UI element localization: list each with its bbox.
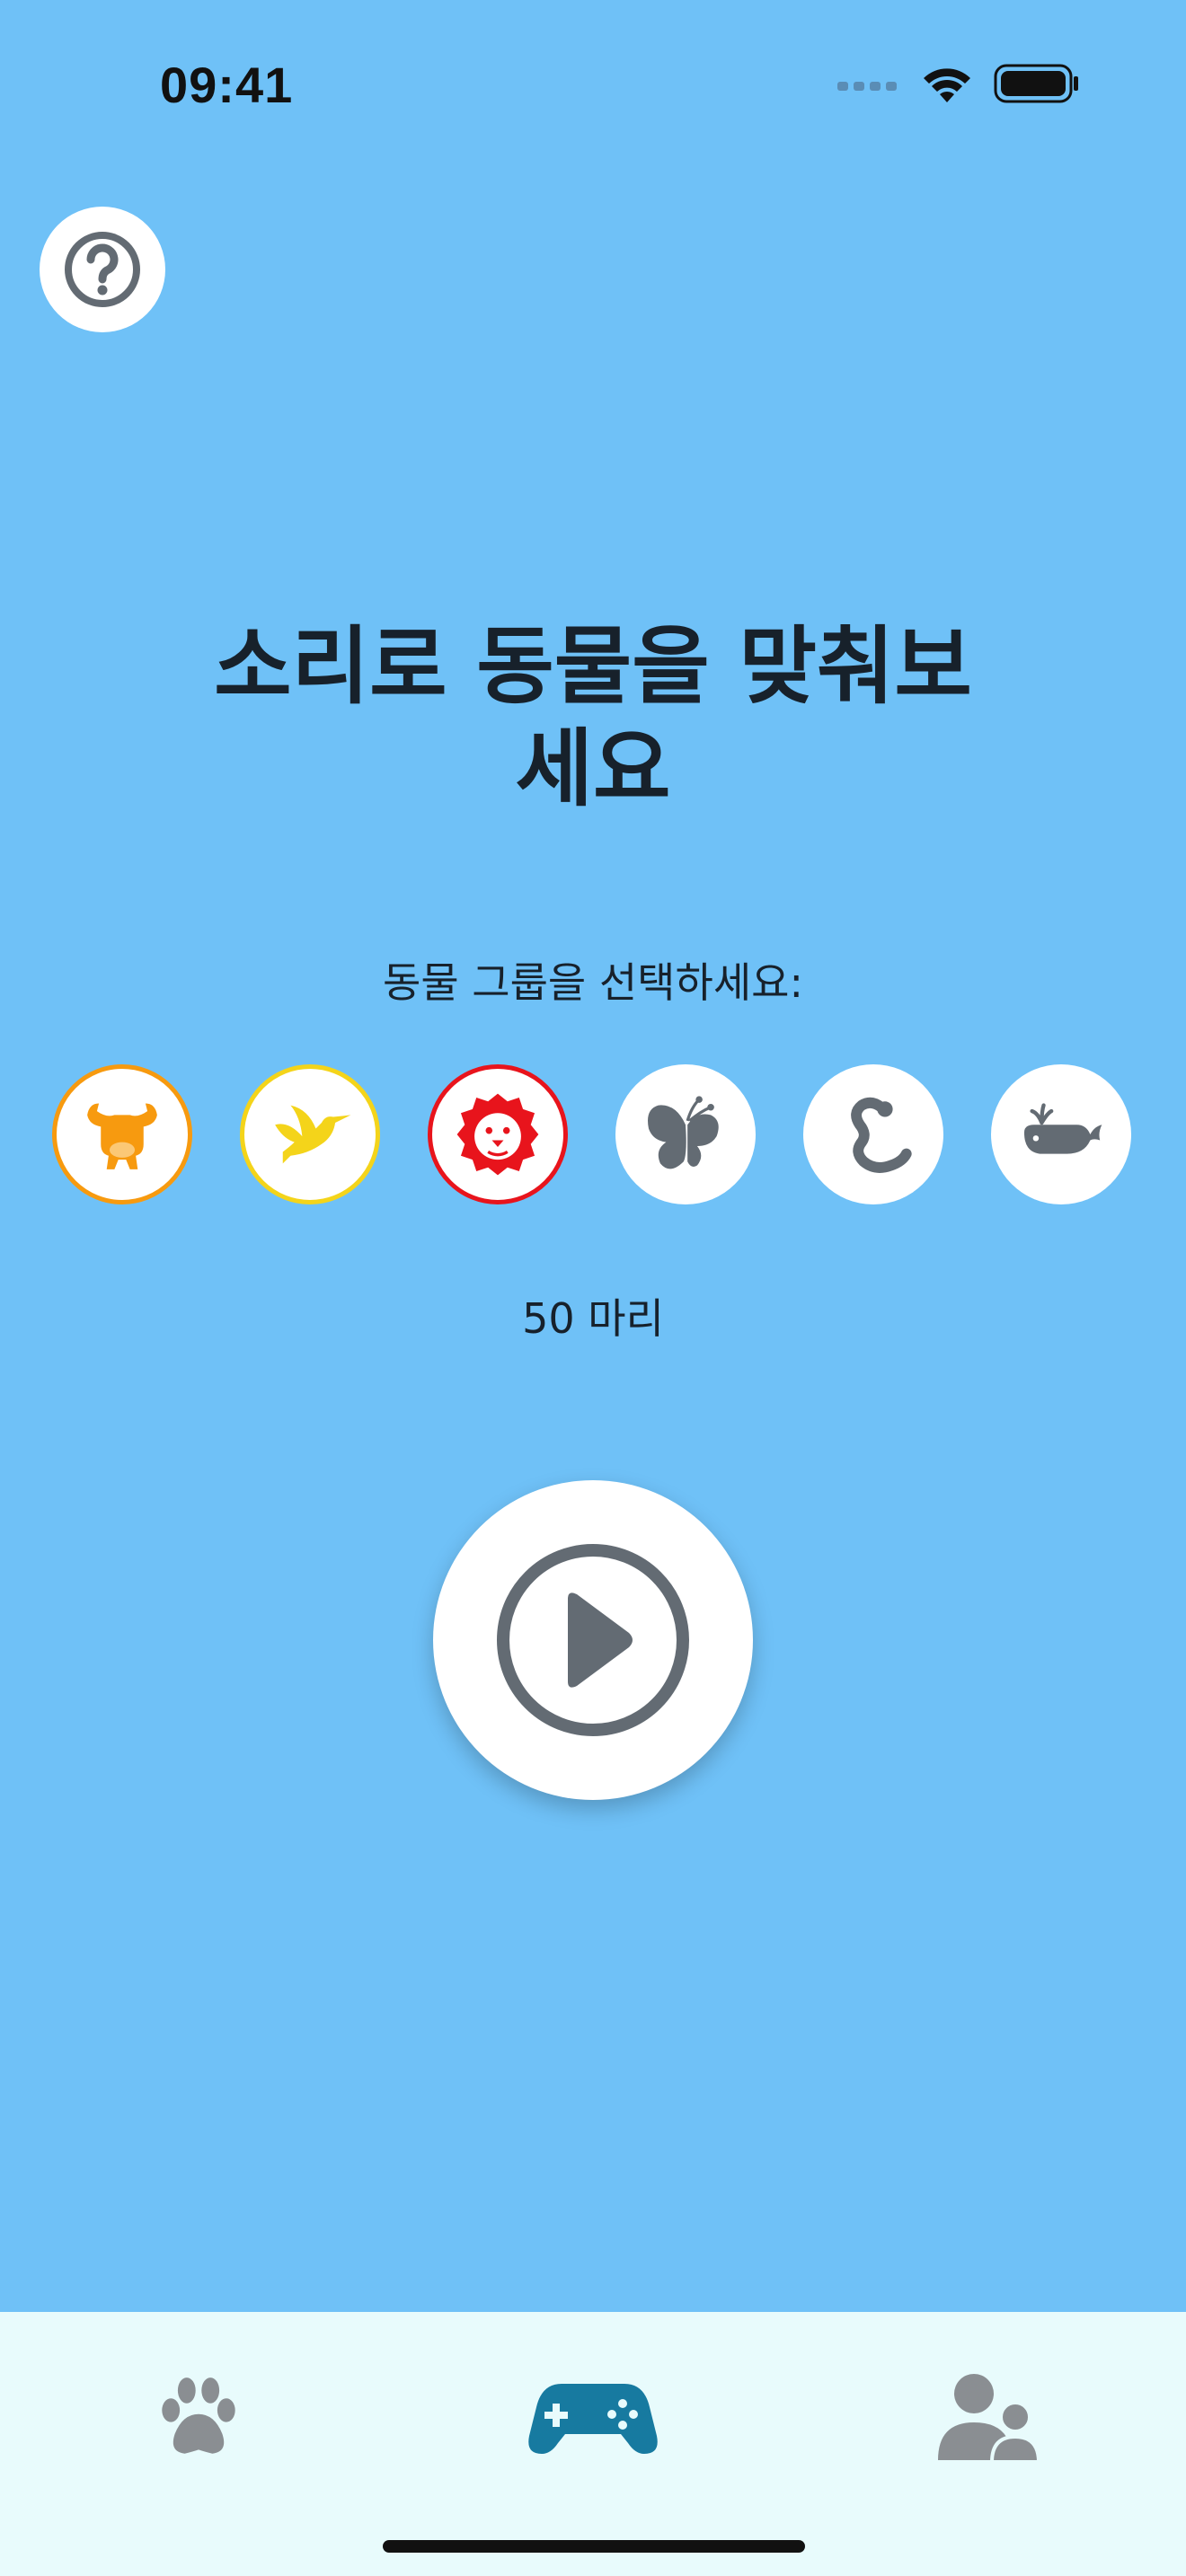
tab-game[interactable] xyxy=(517,2353,669,2479)
animal-group-selector xyxy=(52,1064,1134,1208)
status-time: 09:41 xyxy=(160,57,294,113)
page-title: 소리로 동물을 맞춰보세요 xyxy=(214,618,972,818)
group-farm-button[interactable] xyxy=(52,1064,192,1204)
group-reptiles-button[interactable] xyxy=(803,1064,943,1204)
play-button[interactable] xyxy=(433,1480,753,1800)
question-circle-icon xyxy=(65,232,140,307)
tab-profile[interactable] xyxy=(912,2353,1065,2479)
butterfly-icon xyxy=(648,1096,719,1169)
group-insects-button[interactable] xyxy=(615,1064,756,1204)
home-indicator xyxy=(383,2540,805,2553)
animal-count: 50 마리 xyxy=(522,1294,664,1343)
group-sea-button[interactable] xyxy=(991,1064,1131,1204)
lion-icon xyxy=(456,1093,539,1176)
snake-icon xyxy=(851,1097,912,1173)
play-circle-icon xyxy=(497,1544,689,1736)
gamepad-icon xyxy=(528,2384,658,2454)
status-icons xyxy=(837,63,1080,104)
group-select-prompt: 동물 그룹을 선택하세요: xyxy=(383,958,803,1007)
group-birds-button[interactable] xyxy=(240,1064,380,1204)
battery-icon xyxy=(994,64,1078,103)
tab-animals[interactable] xyxy=(122,2353,275,2479)
whale-icon xyxy=(1023,1103,1102,1154)
signal-icon xyxy=(837,82,897,91)
bird-icon xyxy=(275,1105,351,1164)
cow-icon xyxy=(87,1103,157,1169)
tab-bar xyxy=(0,2312,1186,2576)
paw-icon xyxy=(162,2378,235,2454)
help-button[interactable] xyxy=(40,207,165,332)
status-bar: 09:41 xyxy=(0,0,1186,171)
wifi-icon xyxy=(924,68,970,102)
group-wild-button[interactable] xyxy=(428,1064,568,1204)
users-icon xyxy=(938,2374,1041,2464)
